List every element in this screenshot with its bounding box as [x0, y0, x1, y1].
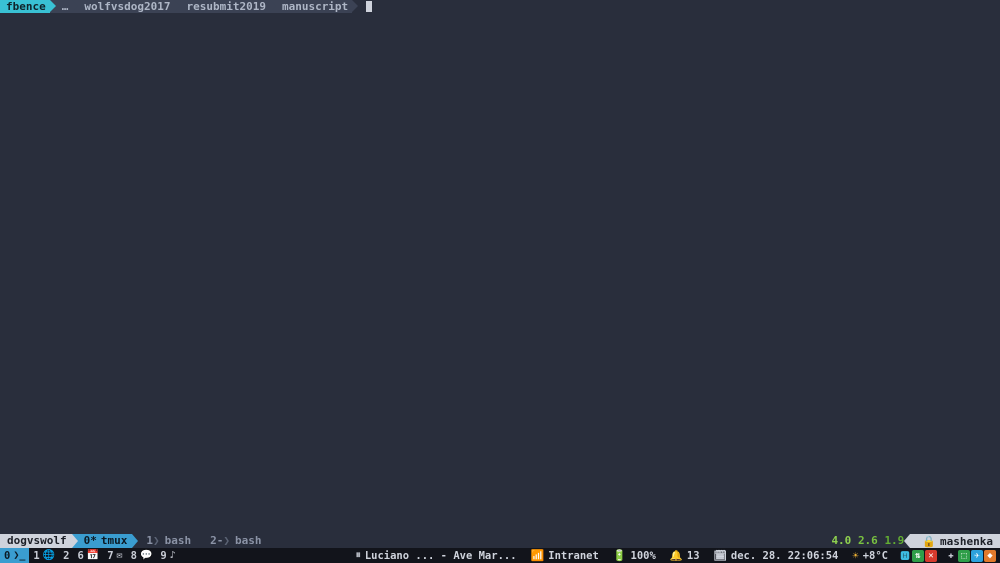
tray-app-icon[interactable]: ✚ [945, 550, 957, 562]
workspace-number: 0 [4, 550, 10, 562]
now-playing[interactable]: ⏸ Luciano ... - Ave Mar... [349, 549, 524, 562]
network-name: Intranet [548, 550, 599, 562]
prompt-path-text: resubmit2019 [186, 0, 265, 13]
tmux-host: 🔒 mashenka [910, 534, 1000, 548]
load-1m: 4.0 [831, 534, 851, 547]
now-playing-text: Luciano ... - Ave Mar... [365, 550, 517, 562]
calendar-icon: 🗓 [714, 549, 727, 562]
browser-icon: 🌐 [43, 550, 55, 561]
tmux-session-name: dogvswolf [7, 534, 67, 548]
bell-icon: 🔔 [670, 549, 683, 562]
load-5m: 2.6 [858, 534, 878, 547]
tmux-window-index: 1 [146, 534, 153, 548]
tmux-window-index: 2- [210, 534, 223, 548]
mail-icon: ✉ [117, 550, 123, 561]
prompt-user: fbence [0, 0, 50, 13]
workspace-number: 7 [107, 550, 113, 562]
chat-icon: 💬 [140, 550, 152, 561]
workspace-1[interactable]: 1 🌐 [29, 548, 59, 563]
tmux-window-index: 0* [84, 534, 97, 548]
workspace-number: 2 [63, 550, 69, 562]
workspace-8[interactable]: 8 💬 [127, 548, 157, 563]
weather-text: +8°C [863, 550, 888, 562]
battery-text: 100% [631, 550, 656, 562]
battery-status[interactable]: 🔋 100% [606, 549, 663, 562]
tmux-window-name: tmux [101, 534, 128, 548]
workspace-6[interactable]: 6 📅 [73, 548, 103, 563]
sun-icon: ☀ [852, 550, 858, 562]
load-15m: 1.9 [884, 534, 904, 547]
tmux-loadavg: 4.0 2.6 1.9 [825, 534, 910, 548]
tmux-window-current[interactable]: 0* tmux [72, 534, 133, 548]
workspace-number: 1 [33, 550, 39, 562]
calendar-icon: 📅 [87, 550, 99, 561]
terminal-viewport[interactable] [0, 13, 1000, 534]
pause-icon: ⏸ [356, 549, 361, 562]
datetime-text: dec. 28. 22:06:54 [731, 550, 838, 562]
workspace-7[interactable]: 7 ✉ [103, 548, 126, 563]
workspace-9[interactable]: 9 ♪ [156, 548, 179, 563]
tray-hp-icon[interactable]: 🅷 [899, 550, 911, 562]
prompt-path-seg-2: resubmit2019 [174, 0, 269, 13]
weather[interactable]: ☀ +8°C [845, 550, 895, 562]
workspace-switcher: 0 ❯_ 1 🌐 2 6 📅 7 ✉ 8 💬 9 ♪ [0, 548, 180, 563]
prompt-path-text: … [62, 0, 69, 13]
network-status[interactable]: 📶 Intranet [524, 549, 606, 562]
tmux-window-1[interactable]: 1 ❯ bash [132, 534, 196, 548]
prompt-path-seg-3: manuscript [270, 0, 352, 13]
datetime[interactable]: 🗓 dec. 28. 22:06:54 [707, 549, 846, 562]
prompt-path-seg-1: wolfvsdog2017 [72, 0, 174, 13]
chevron-right-icon: ❯ [223, 534, 230, 548]
tmux-window-name: bash [235, 534, 262, 548]
tmux-status-bar: dogvswolf 0* tmux 1 ❯ bash 2- ❯ bash 4.0… [0, 534, 1000, 548]
workspace-number: 6 [77, 550, 83, 562]
prompt-path-text: manuscript [282, 0, 348, 13]
system-taskbar: 0 ❯_ 1 🌐 2 6 📅 7 ✉ 8 💬 9 ♪ ⏸ Luciano ... [0, 548, 1000, 563]
terminal-icon: ❯_ [13, 550, 25, 561]
workspace-0[interactable]: 0 ❯_ [0, 548, 29, 563]
tmux-host-name: mashenka [940, 535, 993, 548]
workspace-number: 9 [160, 550, 166, 562]
prompt-path-text: wolfvsdog2017 [84, 0, 170, 13]
tray-app2-icon[interactable]: ◆ [984, 550, 996, 562]
workspace-number: 8 [131, 550, 137, 562]
tmux-window-2[interactable]: 2- ❯ bash [196, 534, 266, 548]
system-tray: 🅷 ⇅ ✕ ✚ ⬚ ✈ ◆ [895, 550, 1000, 562]
chevron-right-icon: ❯ [153, 534, 160, 548]
prompt-path-seg-0: … [50, 0, 73, 13]
wifi-icon: 📶 [531, 549, 545, 562]
tray-telegram-icon[interactable]: ✈ [971, 550, 983, 562]
tmux-session[interactable]: dogvswolf [0, 534, 72, 548]
tmux-window-name: bash [165, 534, 192, 548]
workspace-2[interactable]: 2 [59, 548, 73, 563]
prompt-user-text: fbence [6, 0, 46, 13]
lock-icon: 🔒 [922, 535, 936, 548]
tray-close-icon[interactable]: ✕ [925, 550, 937, 562]
tray-dropbox-icon[interactable]: ⬚ [958, 550, 970, 562]
music-icon: ♪ [170, 550, 176, 561]
shell-prompt: fbence … wolfvsdog2017 resubmit2019 manu… [0, 0, 1000, 13]
tray-network-icon[interactable]: ⇅ [912, 550, 924, 562]
prompt-input-area[interactable] [352, 0, 376, 13]
cursor-icon [366, 1, 372, 12]
notifications[interactable]: 🔔 13 [663, 549, 707, 562]
notifications-count: 13 [687, 550, 700, 562]
battery-icon: 🔋 [613, 549, 627, 562]
